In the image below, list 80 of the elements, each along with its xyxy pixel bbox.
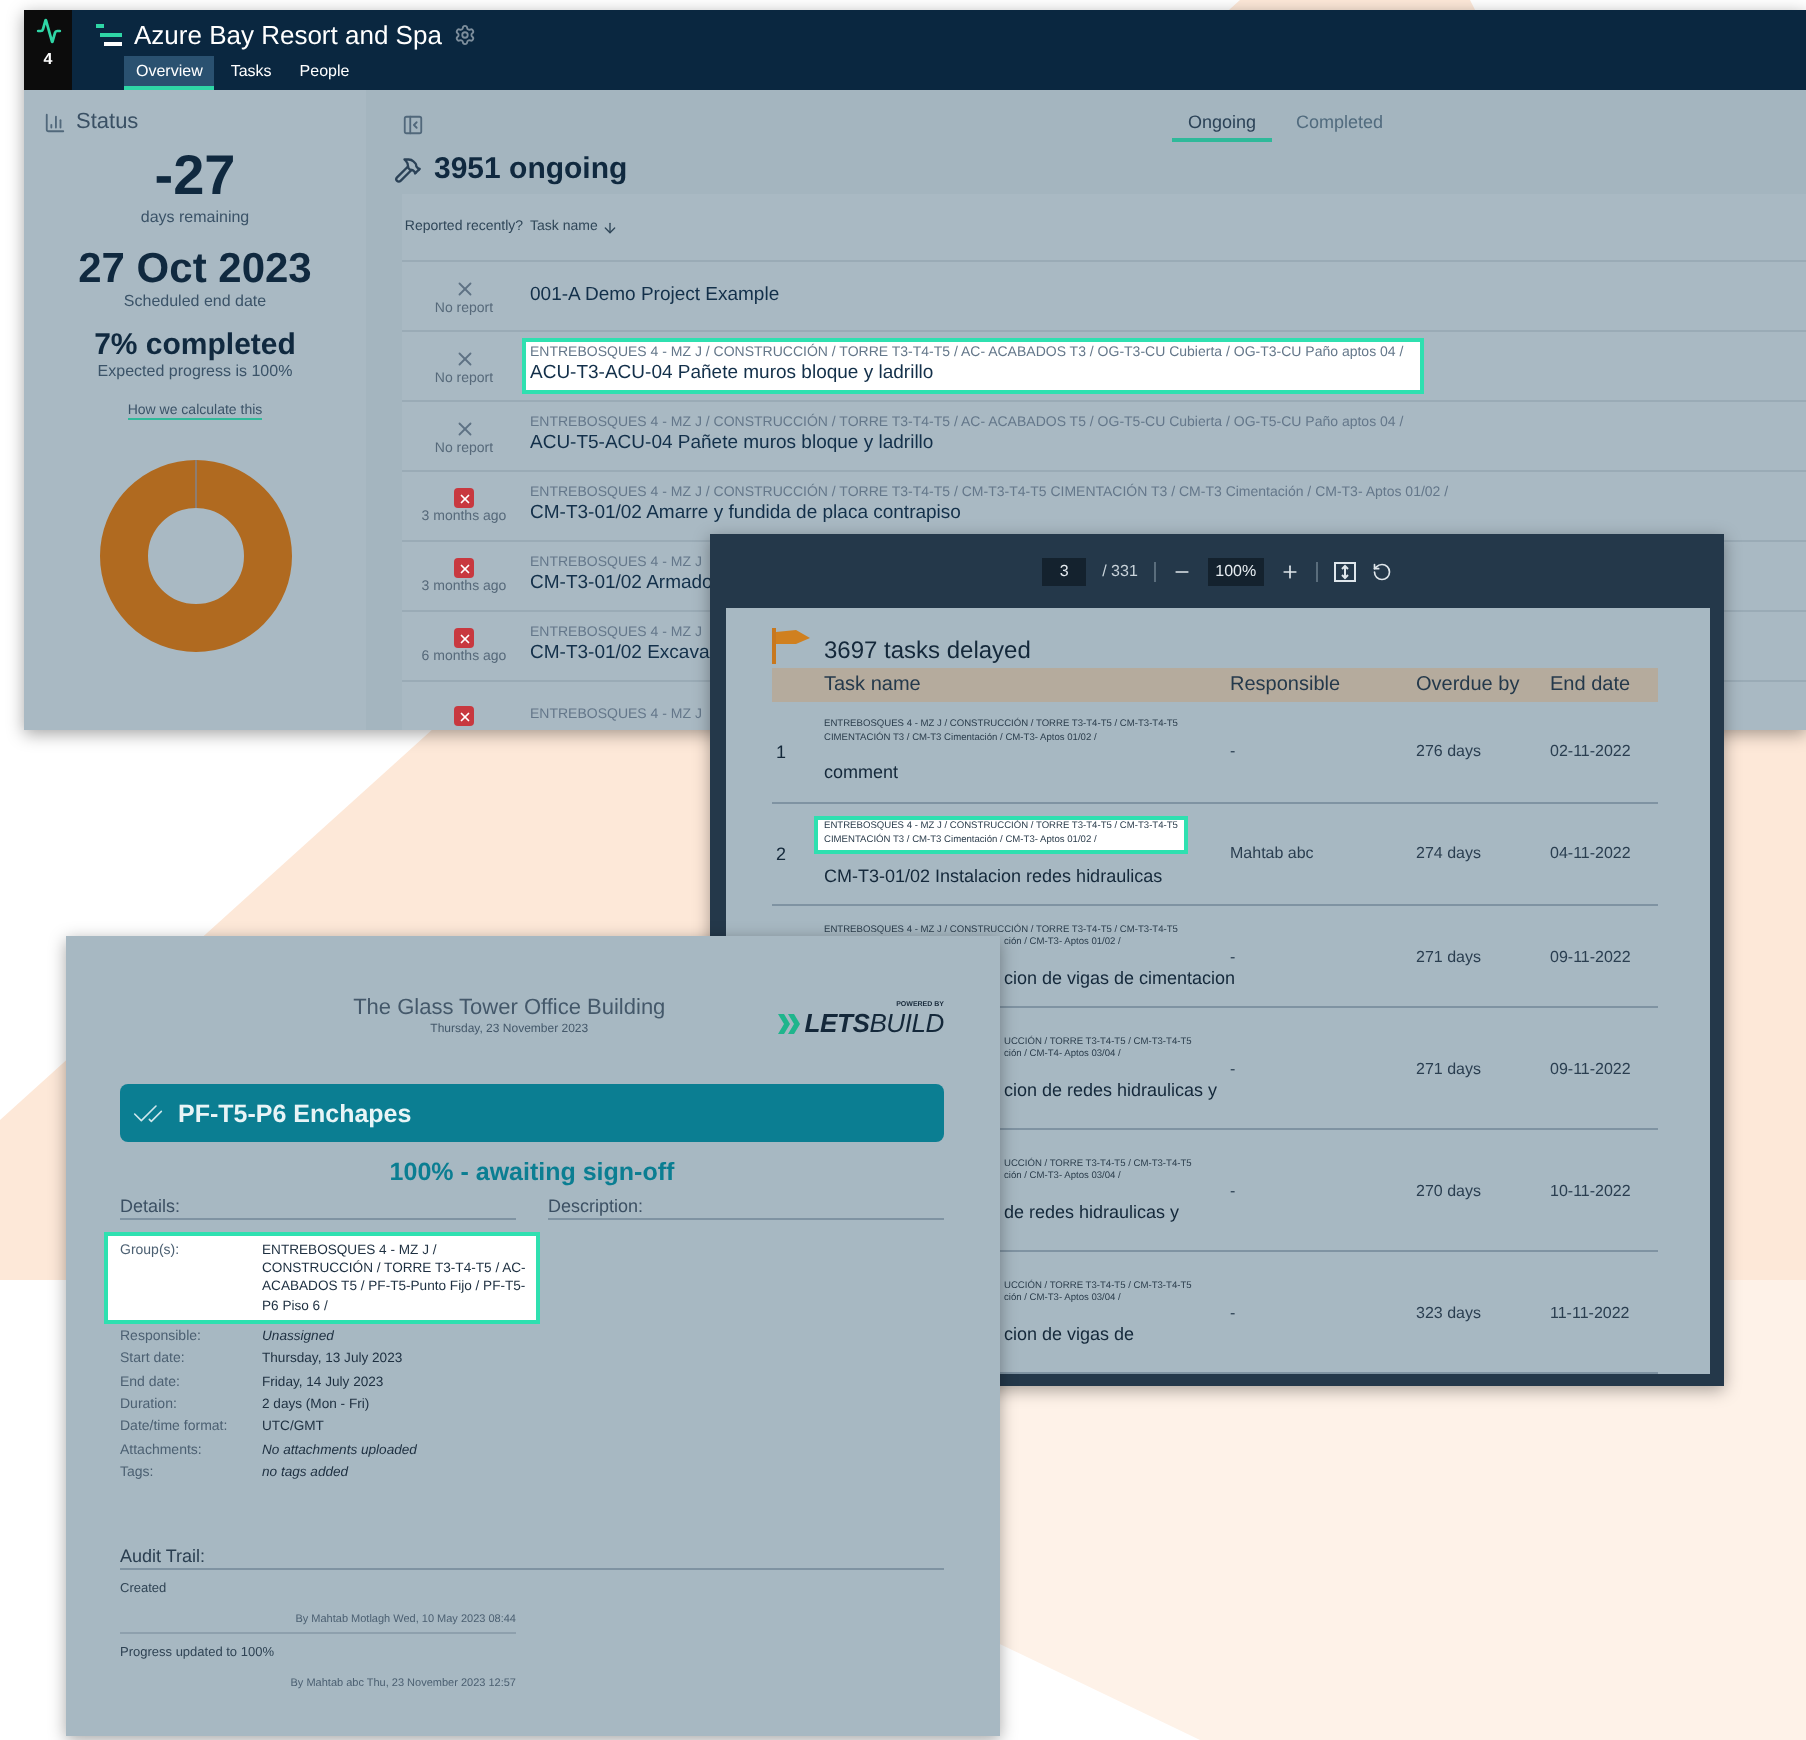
zoom-in-icon[interactable] [1279, 561, 1300, 581]
progress-status: 100% - awaiting sign-off [389, 1158, 675, 1186]
chart-icon [44, 111, 66, 133]
task-name[interactable]: ACU-T5-ACU-04 Pañete muros bloque y ladrillo [530, 432, 934, 454]
nav-tab[interactable]: People [287, 56, 362, 90]
column-header: End date [1550, 673, 1633, 696]
logo-wordmark: LETSBUILD [804, 1008, 944, 1038]
end-date-cell-text: 09-11-2022 [1550, 1059, 1633, 1078]
end-date: 27 Oct 2023 [78, 245, 312, 292]
page-number-field[interactable]: 3 [1042, 557, 1087, 585]
responsible-cell-text: Mahtab abc [1230, 844, 1316, 863]
overdue-cell-text: 323 days [1416, 1303, 1483, 1322]
responsible-cell-text: - [1230, 742, 1238, 761]
cross-icon [453, 347, 475, 369]
zoom-field[interactable]: 100% [1207, 557, 1264, 585]
ongoing-heading: 3951 ongoing [434, 152, 628, 186]
badge-count: 4 [43, 50, 53, 68]
days-label: days remaining [140, 207, 250, 226]
rotate-icon[interactable] [1371, 561, 1392, 581]
overdue-cell-text: 276 days [1416, 742, 1483, 761]
responsible-cell-text: - [1230, 1303, 1238, 1322]
days-count: -27 [154, 146, 236, 208]
fit-page-icon[interactable] [1333, 561, 1356, 581]
task-name[interactable]: CM-T3-01/02 Excava [530, 642, 710, 664]
column-header: Responsible [1230, 673, 1343, 696]
delayed-heading: 3697 tasks delayed [824, 636, 1031, 664]
overdue-icon [454, 706, 474, 726]
end-date-cell-text: 04-11-2022 [1550, 844, 1633, 863]
status-heading: Status [76, 110, 139, 134]
task-name[interactable]: ACU-T3-ACU-04 Pañete muros bloque y ladrillo [530, 362, 934, 384]
overdue-cell-text: 271 days [1416, 947, 1483, 966]
end-date-label: Scheduled end date [123, 291, 267, 310]
column-header: Overdue by [1416, 673, 1522, 696]
task-name[interactable]: CM-T3-01/02 Amarre y fundida de placa contrapiso [530, 502, 961, 524]
view-tab[interactable]: Ongoing [1172, 106, 1273, 142]
nav-tab[interactable]: Overview [124, 56, 215, 90]
overdue-icon [454, 558, 474, 578]
task-name[interactable]: CM-T3-01/02 Armado [530, 572, 713, 594]
task-name: cion de redes hidraulicas y [1004, 1079, 1218, 1100]
task-name[interactable]: 001-A Demo Project Example [530, 284, 780, 306]
overdue-cell-text: 271 days [1416, 1059, 1483, 1078]
responsible-cell-text: - [1230, 1059, 1238, 1078]
project-badge[interactable]: 4 [24, 10, 72, 90]
pulse-icon [35, 18, 61, 44]
chevrons-icon [778, 1013, 801, 1033]
overdue-cell-text: 274 days [1416, 844, 1483, 863]
panel-toggle-icon[interactable] [402, 113, 424, 135]
task-name: cion de vigas de [1004, 1323, 1135, 1344]
end-date-cell-text: 10-11-2022 [1550, 1181, 1633, 1200]
task-title: PF-T5-P6 Enchapes [178, 1099, 412, 1127]
sort-arrow-icon[interactable] [601, 219, 618, 235]
responsible-cell-text: - [1230, 947, 1238, 966]
end-date-cell-text: 09-11-2022 [1550, 947, 1633, 966]
column-header: Task name [824, 673, 923, 696]
task-name: cion de vigas de cimentacion [1004, 967, 1236, 988]
task-name: de redes hidraulicas y [1004, 1201, 1180, 1222]
page-count: / 331 [1102, 562, 1138, 580]
cross-icon [453, 417, 475, 439]
end-date-cell-text: 02-11-2022 [1550, 742, 1633, 761]
task-name: comment [824, 762, 899, 783]
overdue-cell-text: 270 days [1416, 1181, 1483, 1200]
settings-icon[interactable] [453, 24, 476, 46]
overdue-icon [454, 488, 474, 508]
row-number: 2 [774, 843, 789, 864]
menu-icon[interactable] [96, 24, 122, 46]
responsible-cell-text: - [1230, 1181, 1238, 1200]
end-date-cell-text: 11-11-2022 [1550, 1303, 1632, 1322]
flag-icon [772, 628, 812, 664]
task-name: CM-T3-01/02 Instalacion redes hidraulicas [824, 866, 1163, 887]
project-title: Azure Bay Resort and Spa [134, 20, 442, 50]
hammer-icon [394, 155, 422, 183]
completed-percent: 7% completed [94, 329, 296, 363]
report-title: The Glass Tower Office Building [353, 996, 666, 1020]
nav-tab[interactable]: Tasks [218, 56, 284, 90]
details-heading: Details: [120, 1196, 516, 1220]
description-heading: Description: [548, 1196, 944, 1220]
audit-heading: Audit Trail: [120, 1545, 944, 1570]
overdue-icon [454, 628, 474, 648]
row-number: 1 [774, 741, 789, 762]
cross-icon [453, 277, 475, 299]
